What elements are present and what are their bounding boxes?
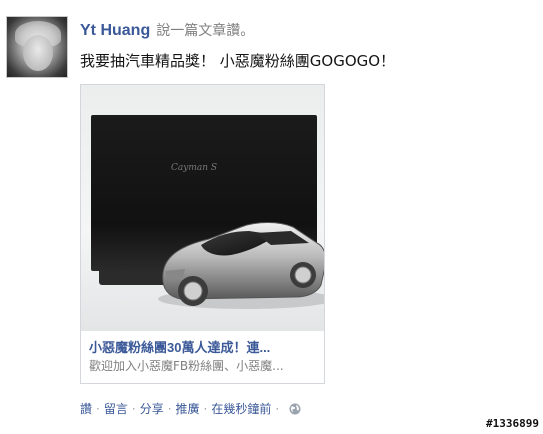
- link-description: 歡迎加入小惡魔FB粉絲團、小惡魔...: [89, 359, 284, 373]
- post-footer: 讚 · 留言 · 分享 · 推廣 · 在幾秒鐘前 ·: [80, 400, 301, 417]
- timestamp-link[interactable]: 在幾秒鐘前: [211, 402, 271, 416]
- separator: ·: [275, 402, 280, 416]
- separator: ·: [203, 402, 208, 416]
- link-title[interactable]: 小惡魔粉絲團30萬人達成！連...: [89, 337, 319, 356]
- link-preview-card[interactable]: Cayman S 小惡魔粉絲團30萬人達成！連... 歡迎加入小惡魔FB粉絲團、…: [80, 84, 325, 384]
- post-message: 我要抽汽車精品獎！ 小惡魔粉絲團GOGOGO！: [80, 52, 396, 70]
- separator: ·: [131, 402, 136, 416]
- image-id-watermark: #1336899: [486, 417, 539, 430]
- share-link[interactable]: 分享: [140, 402, 164, 416]
- preview-image[interactable]: Cayman S: [81, 85, 324, 331]
- like-link[interactable]: 讚: [80, 402, 92, 416]
- globe-icon[interactable]: [289, 403, 301, 415]
- facebook-post: Yt Huang 說一篇文章讚。 我要抽汽車精品獎！ 小惡魔粉絲團GOGOGO！ …: [0, 0, 543, 434]
- avatar[interactable]: [6, 16, 68, 78]
- author-name[interactable]: Yt Huang: [80, 22, 150, 39]
- avatar-face: [23, 35, 53, 71]
- separator: ·: [167, 402, 172, 416]
- promote-link[interactable]: 推廣: [176, 402, 200, 416]
- separator: ·: [96, 402, 100, 416]
- car-model-image: [158, 222, 324, 309]
- post-header: Yt Huang 說一篇文章讚。: [80, 20, 254, 40]
- post-action-text: 說一篇文章讚。: [156, 23, 255, 39]
- comment-link[interactable]: 留言: [104, 402, 128, 416]
